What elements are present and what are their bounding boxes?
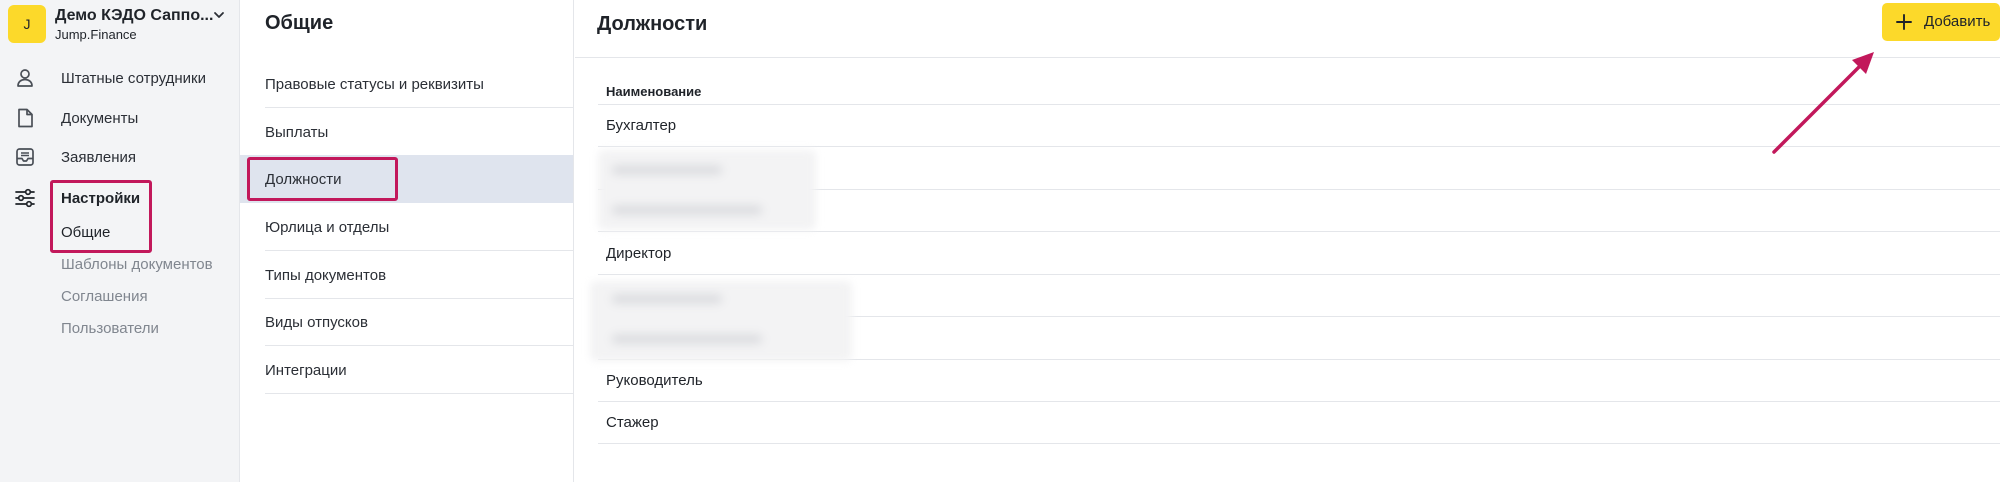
- sidebar-subitem-agreements[interactable]: Соглашения: [61, 288, 148, 305]
- sidebar-item-requests[interactable]: Заявления: [0, 139, 239, 175]
- settings-menu: Общие Правовые статусы и реквизиты Выпла…: [240, 0, 574, 482]
- sidebar-subitem-document-templates[interactable]: Шаблоны документов: [61, 256, 213, 273]
- table-cell-name: Бухгалтер: [606, 117, 677, 134]
- org-avatar: J: [8, 5, 46, 43]
- sidebar-item-documents[interactable]: Документы: [0, 100, 239, 136]
- main-panel: Должности Добавить Наименование Бухгалте…: [575, 0, 2000, 482]
- add-button-label: Добавить: [1924, 13, 1991, 30]
- add-button[interactable]: Добавить: [1882, 3, 2000, 41]
- org-subtitle: Jump.Finance: [55, 26, 137, 42]
- redacted-area: [598, 150, 816, 230]
- settings-item-label: Интеграции: [265, 361, 347, 379]
- org-avatar-letter: J: [23, 16, 31, 32]
- org-name: Демо КЭДО Саппо...: [55, 6, 214, 24]
- settings-item-legal-statuses[interactable]: Правовые статусы и реквизиты: [240, 60, 573, 108]
- settings-item-label: Выплаты: [265, 123, 329, 141]
- settings-item-label: Типы документов: [265, 266, 387, 284]
- settings-item-document-types[interactable]: Типы документов: [240, 251, 573, 299]
- settings-item-vacation-types[interactable]: Виды отпусков: [240, 298, 573, 346]
- sidebar-item-label: Заявления: [61, 148, 137, 166]
- sliders-icon: [15, 188, 35, 208]
- table-cell-name: Руководитель: [606, 372, 703, 389]
- document-icon: [18, 108, 33, 128]
- inbox-icon: [16, 148, 34, 166]
- sidebar-item-label: Документы: [61, 109, 139, 127]
- settings-title: Общие: [265, 12, 334, 34]
- sidebar-item-employees[interactable]: Штатные сотрудники: [0, 60, 239, 96]
- main-header: Должности Добавить: [575, 0, 2000, 58]
- table-row[interactable]: Стажер: [598, 402, 2000, 444]
- settings-item-legal-entities[interactable]: Юрлица и отделы: [240, 203, 573, 251]
- sidebar-item-label: Настройки: [61, 189, 141, 207]
- table-cell-name: Директор: [606, 245, 672, 262]
- table-row[interactable]: Директор: [598, 233, 2000, 275]
- table-row[interactable]: Руководитель: [598, 360, 2000, 402]
- settings-item-label: Должности: [265, 170, 342, 188]
- sidebar-item-settings[interactable]: Настройки: [0, 180, 239, 216]
- sidebar-subitem-general[interactable]: Общие: [61, 224, 110, 241]
- plus-icon: [1896, 14, 1912, 30]
- page-title: Должности: [597, 13, 708, 35]
- sidebar: J Демо КЭДО Саппо... Jump.Finance Штатны…: [0, 0, 240, 482]
- table-cell-name: Стажер: [606, 414, 659, 431]
- column-header-name[interactable]: Наименование: [606, 84, 701, 99]
- chevron-down-icon[interactable]: [212, 8, 226, 22]
- settings-item-positions[interactable]: Должности: [240, 155, 573, 203]
- settings-item-label: Виды отпусков: [265, 313, 368, 331]
- sidebar-subitem-users[interactable]: Пользователи: [61, 320, 159, 337]
- settings-item-label: Юрлица и отделы: [265, 218, 390, 236]
- settings-item-integrations[interactable]: Интеграции: [240, 346, 573, 394]
- table-header: Наименование: [598, 76, 2000, 105]
- redacted-area: [590, 281, 852, 361]
- table-row[interactable]: Бухгалтер: [598, 105, 2000, 147]
- person-icon: [17, 69, 33, 87]
- organization-switcher[interactable]: J Демо КЭДО Саппо... Jump.Finance: [8, 2, 232, 46]
- sidebar-item-label: Штатные сотрудники: [61, 69, 206, 87]
- settings-item-label: Правовые статусы и реквизиты: [265, 75, 484, 93]
- settings-item-payments[interactable]: Выплаты: [240, 108, 573, 156]
